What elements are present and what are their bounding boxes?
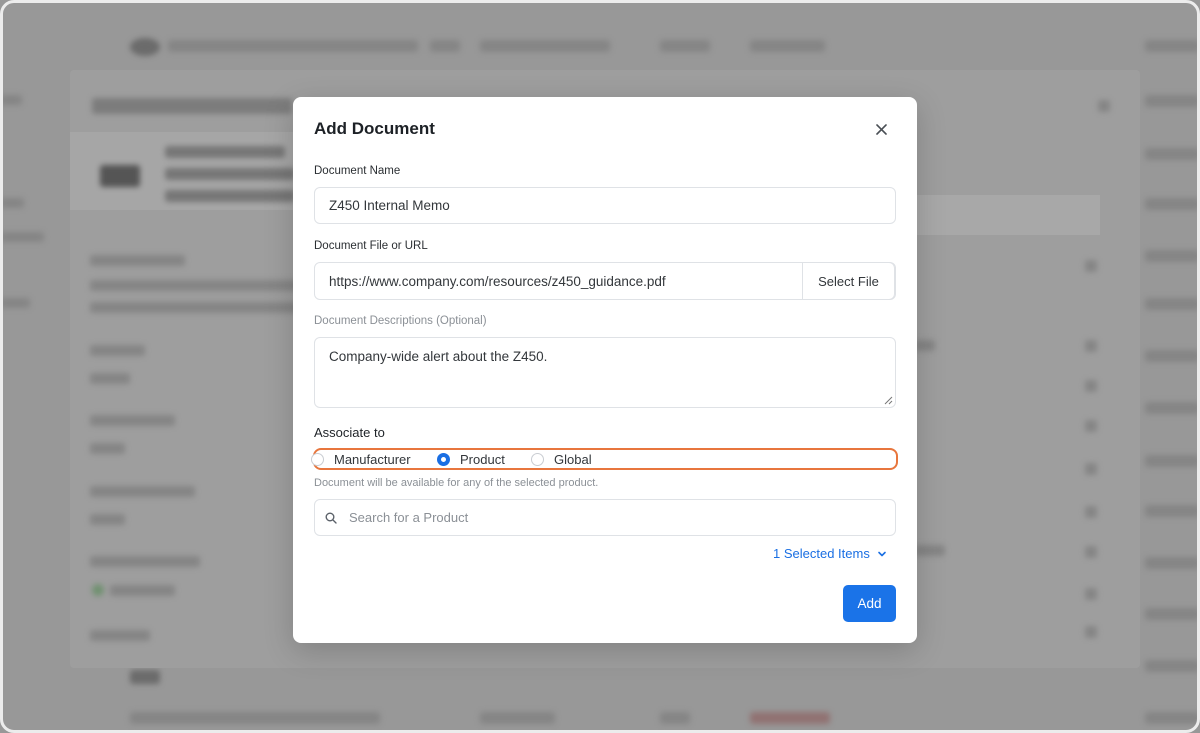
document-file-input[interactable]: https://www.company.com/resources/z450_g… <box>314 262 896 300</box>
associate-radio-group: Manufacturer Product Global <box>311 448 898 470</box>
description-textarea[interactable]: Company-wide alert about the Z450. <box>314 337 896 408</box>
radio-manufacturer[interactable]: Manufacturer <box>311 452 411 467</box>
add-button[interactable]: Add <box>843 585 896 622</box>
search-input[interactable] <box>347 509 851 526</box>
product-search[interactable] <box>314 499 896 536</box>
radio-checked-icon <box>437 453 450 466</box>
search-icon <box>325 512 337 524</box>
close-button[interactable] <box>871 119 891 139</box>
radio-label: Product <box>460 452 505 467</box>
description-label: Document Descriptions (Optional) <box>314 315 487 327</box>
document-name-input[interactable]: Z450 Internal Memo <box>314 187 896 224</box>
document-file-label: Document File or URL <box>314 240 428 252</box>
chevron-down-icon <box>878 551 886 556</box>
document-name-label: Document Name <box>314 165 401 177</box>
selected-items-toggle[interactable]: 1 Selected Items <box>773 546 887 561</box>
radio-label: Manufacturer <box>334 452 411 467</box>
document-file-value: https://www.company.com/resources/z450_g… <box>329 273 666 289</box>
associate-hint: Document will be available for any of th… <box>314 477 599 489</box>
radio-unchecked-icon <box>531 453 544 466</box>
resize-grip-icon[interactable] <box>884 396 893 405</box>
modal-title: Add Document <box>314 119 435 138</box>
close-icon <box>875 123 887 135</box>
description-value: Company-wide alert about the Z450. <box>329 349 548 364</box>
radio-global[interactable]: Global <box>531 452 592 467</box>
associate-label: Associate to <box>314 425 385 440</box>
selected-items-label: 1 Selected Items <box>773 546 870 561</box>
radio-label: Global <box>554 452 592 467</box>
radio-product[interactable]: Product <box>437 452 505 467</box>
radio-unchecked-icon <box>311 453 324 466</box>
select-file-button[interactable]: Select File <box>802 262 895 300</box>
document-name-value: Z450 Internal Memo <box>329 198 450 213</box>
add-document-modal: Add Document Document Name Z450 Internal… <box>293 97 917 643</box>
